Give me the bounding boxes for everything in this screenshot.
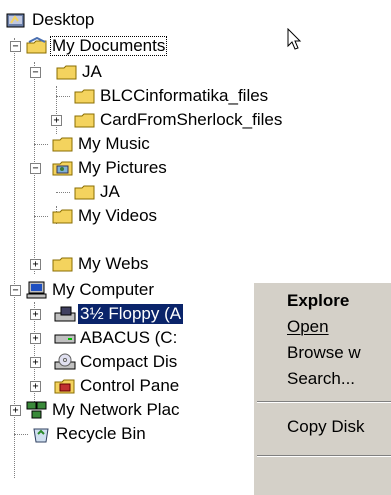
tree-label: Recycle Bin xyxy=(56,424,146,443)
tree-item-my-computer[interactable]: − My Computer xyxy=(10,278,156,302)
tree-label: My Pictures xyxy=(78,158,167,177)
folder-icon xyxy=(74,87,95,105)
menu-item-open[interactable]: Open xyxy=(287,315,329,339)
tree-item-control-panel[interactable]: + Control Pane xyxy=(30,374,181,398)
my-pictures-folder-icon xyxy=(52,159,73,177)
tree-label: My Network Plac xyxy=(52,400,180,419)
tree-label: Compact Dis xyxy=(80,352,178,371)
tree-item-my-pictures[interactable]: − My Pictures xyxy=(30,156,169,180)
collapse-toggle[interactable]: − xyxy=(10,41,21,52)
hard-drive-icon xyxy=(54,329,76,347)
tree-item-blccinformatika-files[interactable]: BLCCinformatika_files xyxy=(56,84,270,108)
tree-item-my-music[interactable]: My Music xyxy=(34,132,152,156)
tree-item-my-network-places[interactable]: + My Network Plac xyxy=(10,398,182,422)
tree-label: CardFromSherlock_files xyxy=(100,110,283,129)
tree-item-my-documents[interactable]: − My Documents xyxy=(10,34,168,58)
recycle-bin-icon xyxy=(30,425,50,443)
expand-toggle[interactable]: + xyxy=(30,357,41,368)
tree-label: My Webs xyxy=(78,254,149,273)
my-documents-folder-icon xyxy=(26,36,47,55)
folder-icon xyxy=(74,111,95,129)
folder-icon xyxy=(52,255,73,273)
context-menu: Explore Open Browse w Search... Copy Dis… xyxy=(253,282,391,495)
tree-item-ja-pictures[interactable]: JA xyxy=(56,180,122,204)
expand-toggle[interactable]: + xyxy=(30,333,41,344)
menu-item-copy-disk[interactable]: Copy Disk xyxy=(287,415,364,439)
menu-item-browse-with[interactable]: Browse w xyxy=(287,341,361,365)
tree-label: BLCCinformatika_files xyxy=(100,86,269,105)
collapse-toggle[interactable]: − xyxy=(30,163,41,174)
menu-separator xyxy=(257,401,391,403)
tree-item-abacus-drive[interactable]: + ABACUS (C: xyxy=(30,326,179,350)
mouse-cursor-icon xyxy=(287,28,302,50)
folder-icon xyxy=(52,207,73,225)
menu-separator xyxy=(257,455,391,457)
tree-label: Desktop xyxy=(32,10,95,29)
tree-line xyxy=(14,434,28,435)
tree-label: My Videos xyxy=(78,206,158,225)
tree-line xyxy=(56,192,70,193)
control-panel-icon xyxy=(54,377,75,395)
tree-item-desktop[interactable]: Desktop xyxy=(6,8,96,32)
tree-label: My Computer xyxy=(52,280,155,299)
floppy-drive-icon xyxy=(54,305,76,323)
network-places-icon xyxy=(26,401,47,419)
expand-toggle[interactable]: + xyxy=(30,309,41,320)
tree-label: My Music xyxy=(78,134,150,153)
folder-icon xyxy=(56,63,77,81)
tree-label: ABACUS (C: xyxy=(80,328,178,347)
tree-label: My Documents xyxy=(50,36,168,56)
menu-item-explore[interactable]: Explore xyxy=(287,289,349,313)
tree-item-my-videos[interactable]: My Videos xyxy=(34,204,159,228)
cd-drive-icon xyxy=(54,353,76,371)
collapse-toggle[interactable]: − xyxy=(30,67,41,78)
folder-icon xyxy=(52,135,73,153)
expand-toggle[interactable]: + xyxy=(51,115,62,126)
expand-toggle[interactable]: + xyxy=(10,405,21,416)
desktop-icon xyxy=(6,11,26,29)
tree-label: JA xyxy=(100,182,120,201)
tree-label: JA xyxy=(82,62,102,81)
expand-toggle[interactable]: + xyxy=(30,381,41,392)
tree-line xyxy=(34,144,48,145)
tree-item-ja[interactable]: − JA xyxy=(30,60,104,84)
tree-label: 3½ Floppy (A xyxy=(78,304,184,324)
expand-toggle[interactable]: + xyxy=(30,259,41,270)
tree-item-compact-disc[interactable]: + Compact Dis xyxy=(30,350,179,374)
my-computer-icon xyxy=(26,281,47,299)
tree-item-cardfromsherlock-files[interactable]: + CardFromSherlock_files xyxy=(51,108,284,132)
menu-item-search[interactable]: Search... xyxy=(287,367,355,391)
tree-item-recycle-bin[interactable]: Recycle Bin xyxy=(14,422,148,446)
tree-label: Control Pane xyxy=(80,376,180,395)
tree-item-my-webs[interactable]: + My Webs xyxy=(30,252,151,276)
tree-item-floppy[interactable]: + 3½ Floppy (A xyxy=(30,302,184,326)
tree-line xyxy=(56,96,70,97)
collapse-toggle[interactable]: − xyxy=(10,285,21,296)
folder-icon xyxy=(74,183,95,201)
tree-line xyxy=(34,216,48,217)
